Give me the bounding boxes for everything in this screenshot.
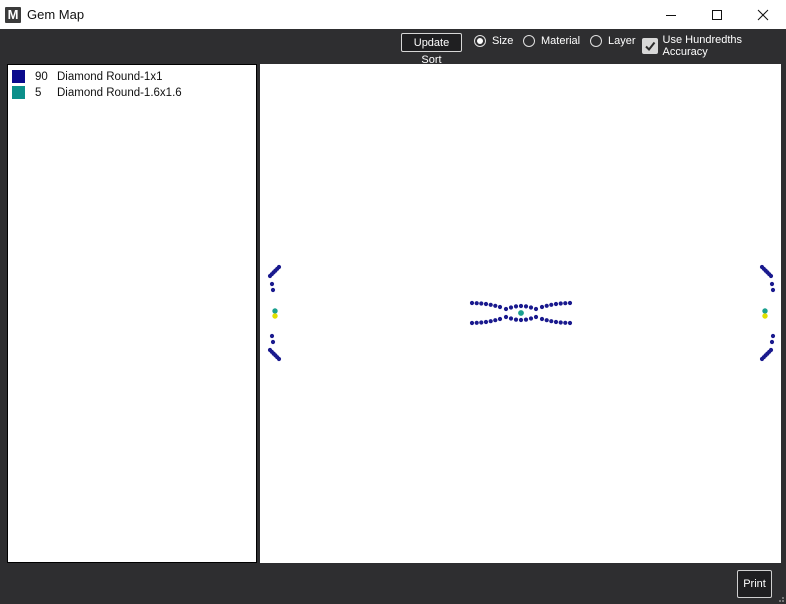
gem-marker [528,316,534,321]
sort-layer-label: Layer [608,35,636,47]
gem-marker [469,300,475,306]
toolbar: Update Sort Size Material Layer Use Hund… [0,29,786,66]
sort-size-radio[interactable]: Size [474,35,513,47]
gem-marker [549,319,554,324]
gem-marker [483,301,489,307]
legend-color-swatch [12,86,25,99]
gem-marker [483,319,489,325]
gem-marker [488,302,493,307]
gem-marker [503,314,509,320]
radio-unselected-icon [523,35,535,47]
gem-marker [508,316,514,321]
gem-marker [544,303,549,308]
gem-marker-large [272,308,278,314]
gem-marker [493,303,498,308]
gem-marker [567,320,573,326]
gem-marker [553,301,559,307]
hundredths-accuracy-checkbox[interactable]: Use Hundredths Accuracy [642,34,786,58]
gem-map-canvas[interactable] [260,64,781,563]
gem-marker-large [272,313,278,319]
gem-marker [518,317,524,323]
gem-marker [276,356,282,362]
legend-gem-name: Diamond Round-1.6x1.6 [57,86,182,99]
legend-color-swatch [12,70,25,83]
gem-legend-list: 90 Diamond Round-1x1 5 Diamond Round-1.6… [7,64,257,563]
gem-marker-large [762,308,768,314]
gem-marker [513,304,519,309]
close-icon [757,9,769,20]
gem-marker [523,304,529,309]
gem-marker [533,306,539,312]
gem-marker [533,314,539,320]
legend-count: 5 [35,86,42,99]
hundredths-accuracy-label: Use Hundredths Accuracy [662,34,743,58]
maximize-icon [712,9,722,20]
gem-marker-large [762,313,768,319]
gem-marker [270,287,276,293]
gem-marker [518,303,524,309]
gem-marker [769,339,775,345]
sort-layer-radio[interactable]: Layer [590,35,636,47]
gem-marker [513,317,519,322]
gem-marker [488,319,493,324]
gem-marker [759,356,765,362]
minimize-button[interactable] [648,0,694,29]
checkmark-icon [642,38,658,54]
gem-marker [770,333,776,339]
legend-item[interactable]: 90 Diamond Round-1x1 [12,69,162,84]
gem-marker [474,320,479,325]
app-logo-icon: M [5,6,21,23]
minimize-icon [666,14,676,16]
gem-marker [563,301,568,306]
resize-grip-icon[interactable] [776,594,785,603]
sort-size-label: Size [492,35,514,47]
sort-material-label: Material [541,35,581,47]
gem-marker [523,317,529,322]
gem-marker [269,333,275,339]
gem-marker [558,320,563,325]
legend-item[interactable]: 5 Diamond Round-1.6x1.6 [12,85,182,100]
legend-count: 90 [35,70,48,83]
footer-bar: Print [0,566,786,604]
gem-marker [267,273,273,279]
sort-material-radio[interactable]: Material [523,35,580,47]
gem-marker [558,301,563,306]
gem-marker [553,319,559,325]
legend-gem-name: Diamond Round-1x1 [57,70,163,83]
gem-marker [549,302,554,307]
gem-marker [497,304,503,310]
gem-marker [768,273,774,279]
gem-marker [269,281,275,287]
window-title: Gem Map [27,7,85,22]
gem-marker [544,318,549,323]
gem-marker [479,301,484,306]
gem-marker [493,318,498,323]
title-bar: M Gem Map [0,0,786,29]
gem-marker [508,305,514,310]
gem-marker [563,320,568,325]
gem-marker [270,339,276,345]
gem-marker [769,281,775,287]
print-button[interactable]: Print [737,570,772,598]
radio-unselected-icon [590,35,602,47]
gem-marker [770,287,776,293]
gem-marker [539,304,545,310]
gem-marker-large [518,310,524,316]
radio-selected-icon [474,35,486,47]
gem-marker [469,320,475,326]
gem-marker [503,306,509,312]
gem-marker [539,316,545,322]
close-button[interactable] [740,0,786,29]
gem-marker [479,320,484,325]
update-sort-button[interactable]: Update Sort [401,33,462,66]
maximize-button[interactable] [694,0,740,29]
gem-map-drawing [267,264,776,362]
gem-marker [474,301,479,306]
window-controls [648,0,786,29]
gem-marker [528,305,534,310]
gem-marker [567,300,573,306]
gem-marker [497,316,503,322]
